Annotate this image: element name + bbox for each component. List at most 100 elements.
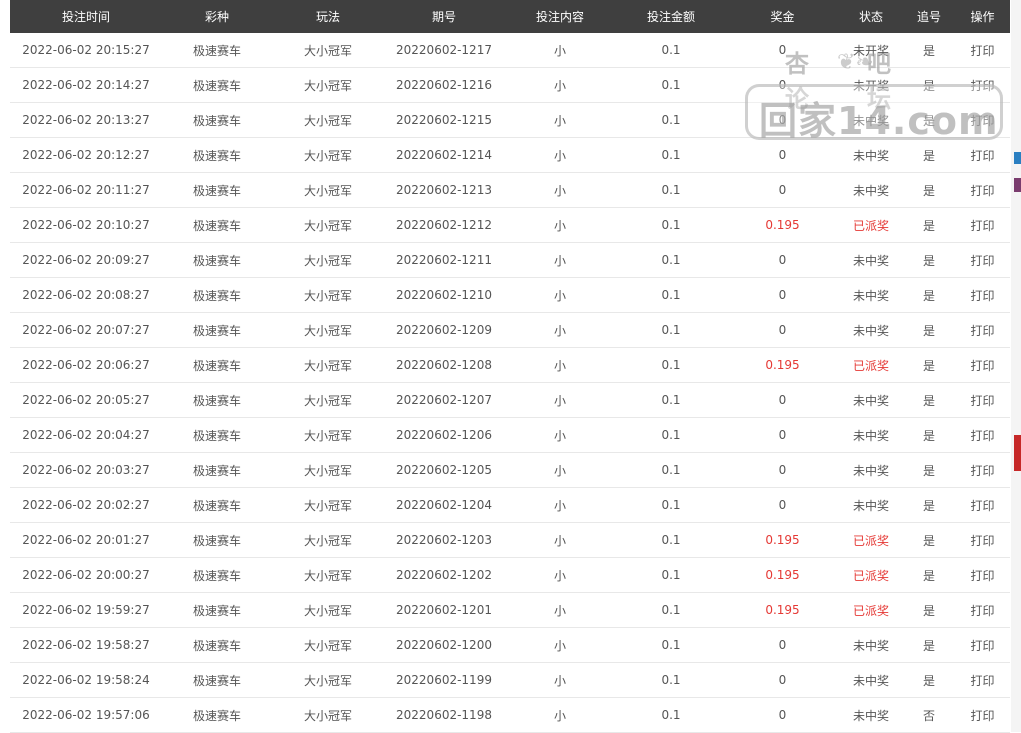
cell-lottery-type: 极速赛车 [192,288,241,303]
cell-print[interactable]: 打印 [955,637,1010,654]
cell-bet-content: 小 [553,148,566,163]
cell-bet-time: 2022-06-02 20:11:27 [22,183,150,197]
cell-play-method: 大小冠军 [303,708,352,723]
cell-bet-amount: 0.1 [661,498,681,512]
cell-prize: 0.195 [765,568,800,582]
cell-print[interactable]: 打印 [955,182,1010,199]
cell-bet-content: 小 [553,708,566,723]
side-tab-blue[interactable] [1014,152,1021,164]
cell-print[interactable]: 打印 [955,462,1010,479]
cell-print[interactable]: 打印 [955,672,1010,689]
header-bet-amount: 投注金额 [646,10,695,24]
cell-issue-number: 20220602-1212 [396,218,492,232]
cell-bet-content: 小 [553,288,566,303]
cell-print[interactable]: 打印 [955,252,1010,269]
cell-bet-time: 2022-06-02 20:02:27 [22,498,150,512]
cell-print[interactable]: 打印 [955,147,1010,164]
cell-bet-amount: 0.1 [661,78,681,92]
header-bet-content: 投注内容 [535,10,584,24]
table-row: 2022-06-02 20:05:27 极速赛车 大小冠军 20220602-1207… [10,383,1010,418]
cell-lottery-type: 极速赛车 [192,673,241,688]
cell-prize: 0 [778,638,787,652]
cell-print[interactable]: 打印 [955,497,1010,514]
cell-bet-time: 2022-06-02 20:03:27 [22,463,150,477]
cell-print[interactable]: 打印 [955,287,1010,304]
cell-bet-amount: 0.1 [661,43,681,57]
cell-lottery-type: 极速赛车 [192,218,241,233]
cell-bet-amount: 0.1 [661,218,681,232]
scrollbar-track[interactable] [1011,0,1021,732]
cell-prize: 0 [778,148,787,162]
table-row: 2022-06-02 19:59:27 极速赛车 大小冠军 20220602-1201… [10,593,1010,628]
cell-play-method: 大小冠军 [303,113,352,128]
table-row: 2022-06-02 20:06:27 极速赛车 大小冠军 20220602-1208… [10,348,1010,383]
cell-status: 未中奖 [852,428,889,443]
side-tab-purple[interactable] [1014,178,1021,192]
cell-play-method: 大小冠军 [303,568,352,583]
cell-issue-number: 20220602-1208 [396,358,492,372]
side-banner-red[interactable] [1014,435,1021,471]
cell-bet-amount: 0.1 [661,673,681,687]
cell-bet-time: 2022-06-02 20:04:27 [22,428,150,442]
cell-lottery-type: 极速赛车 [192,498,241,513]
cell-print[interactable]: 打印 [955,392,1010,409]
cell-bet-time: 2022-06-02 20:12:27 [22,148,150,162]
cell-bet-amount: 0.1 [661,428,681,442]
cell-bet-content: 小 [553,533,566,548]
cell-bet-time: 2022-06-02 20:14:27 [22,78,150,92]
cell-issue-number: 20220602-1204 [396,498,492,512]
cell-issue-number: 20220602-1199 [396,673,492,687]
cell-bet-time: 2022-06-02 19:59:27 [22,603,150,617]
cell-print[interactable]: 打印 [955,42,1010,59]
cell-issue-number: 20220602-1211 [396,253,492,267]
cell-status: 未中奖 [852,393,889,408]
cell-chase: 是 [922,78,935,93]
cell-status: 未中奖 [852,113,889,128]
cell-bet-time: 2022-06-02 20:13:27 [22,113,150,127]
cell-bet-content: 小 [553,568,566,583]
cell-prize: 0.195 [765,603,800,617]
cell-print[interactable]: 打印 [955,567,1010,584]
cell-print[interactable]: 打印 [955,707,1010,724]
header-prize: 奖金 [770,10,795,24]
cell-status: 未中奖 [852,183,889,198]
cell-issue-number: 20220602-1209 [396,323,492,337]
cell-bet-content: 小 [553,463,566,478]
cell-prize: 0 [778,708,787,722]
cell-chase: 是 [922,603,935,618]
header-issue-number: 期号 [431,10,456,24]
cell-chase: 是 [922,568,935,583]
cell-lottery-type: 极速赛车 [192,463,241,478]
cell-print[interactable]: 打印 [955,357,1010,374]
cell-bet-time: 2022-06-02 20:01:27 [22,533,150,547]
cell-bet-content: 小 [553,603,566,618]
cell-lottery-type: 极速赛车 [192,358,241,373]
cell-chase: 是 [922,428,935,443]
cell-prize: 0 [778,78,787,92]
cell-print[interactable]: 打印 [955,322,1010,339]
cell-print[interactable]: 打印 [955,217,1010,234]
cell-bet-content: 小 [553,428,566,443]
cell-status: 未中奖 [852,288,889,303]
table-row: 2022-06-02 20:10:27 极速赛车 大小冠军 20220602-1212… [10,208,1010,243]
cell-chase: 是 [922,463,935,478]
cell-issue-number: 20220602-1198 [396,708,492,722]
cell-prize: 0 [778,463,787,477]
cell-play-method: 大小冠军 [303,603,352,618]
cell-issue-number: 20220602-1203 [396,533,492,547]
cell-print[interactable]: 打印 [955,112,1010,129]
table-row: 2022-06-02 20:07:27 极速赛车 大小冠军 20220602-1209… [10,313,1010,348]
cell-lottery-type: 极速赛车 [192,113,241,128]
table-row: 2022-06-02 20:11:27 极速赛车 大小冠军 20220602-1213… [10,173,1010,208]
cell-bet-amount: 0.1 [661,533,681,547]
cell-issue-number: 20220602-1207 [396,393,492,407]
cell-print[interactable]: 打印 [955,602,1010,619]
table-row: 2022-06-02 20:04:27 极速赛车 大小冠军 20220602-1206… [10,418,1010,453]
cell-print[interactable]: 打印 [955,77,1010,94]
cell-play-method: 大小冠军 [303,498,352,513]
cell-print[interactable]: 打印 [955,532,1010,549]
cell-status: 已派奖 [852,218,889,233]
cell-bet-content: 小 [553,498,566,513]
cell-print[interactable]: 打印 [955,427,1010,444]
cell-prize: 0 [778,428,787,442]
